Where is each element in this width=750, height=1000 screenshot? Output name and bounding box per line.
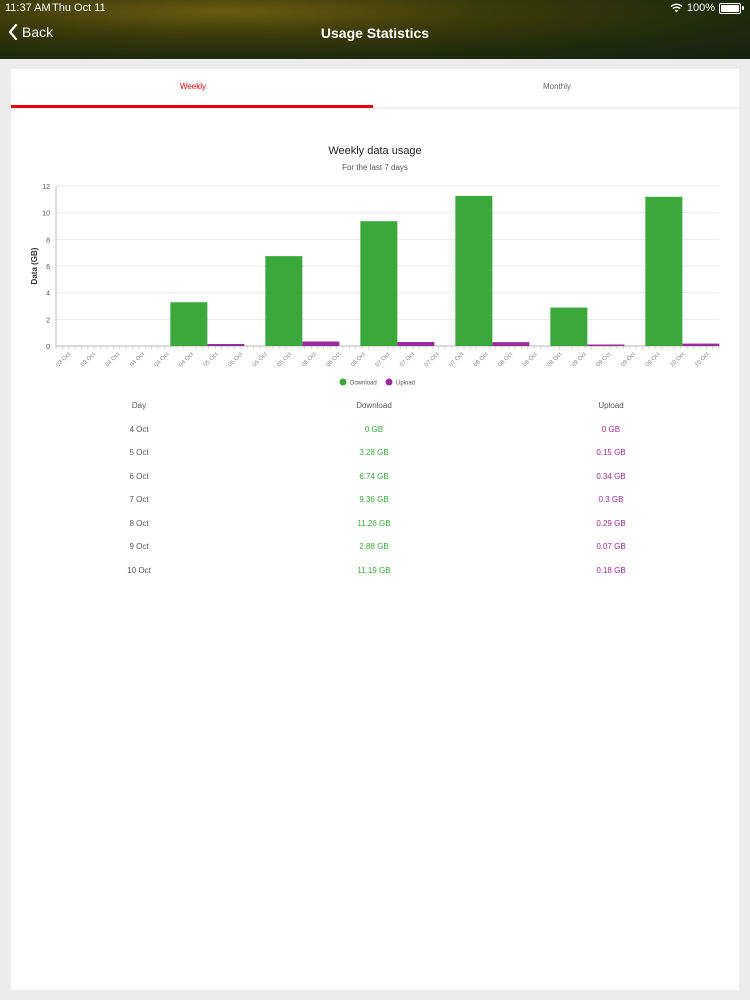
upload-bar (682, 343, 720, 346)
table-row: 9 Oct 2.88 GB 0.07 GB (11, 542, 739, 566)
x-tick-label: 07 Oct (424, 351, 441, 368)
row-upload: 0.3 GB (598, 495, 624, 504)
status-bar: 11:37 AM Thu Oct 11 100% (0, 0, 750, 16)
battery-icon (719, 2, 741, 14)
battery-tip (742, 6, 744, 10)
upload-bar (302, 341, 340, 346)
x-tick-label: 06 Oct (301, 351, 318, 368)
legend-download-swatch (339, 378, 347, 386)
wifi-icon (670, 3, 683, 13)
table-row: 5 Oct 3.28 GB 0.15 GB (11, 448, 739, 472)
x-tick-label: 04 Oct (178, 351, 195, 368)
x-tick-label: 05 Oct (203, 351, 220, 368)
battery-percent: 100% (686, 2, 715, 14)
row-download: 3.28 GB (359, 448, 389, 457)
y-tick-label: 8 (46, 237, 50, 244)
x-tick-label: 04 Oct (105, 351, 122, 368)
row-day: 4 Oct (129, 424, 149, 434)
row-upload: 0.34 GB (596, 471, 626, 481)
x-tick-label: 09 Oct (571, 351, 588, 368)
status-time: 11:37 AM (5, 2, 51, 14)
table-row: 8 Oct 11.26 GB 0.29 GB (11, 519, 739, 543)
upload-bar (207, 344, 245, 346)
x-tick-label: 03 Oct (80, 351, 97, 368)
x-tick-label: 03 Oct (55, 351, 72, 368)
legend-download-label: Download (350, 381, 377, 387)
y-tick-label: 2 (46, 317, 50, 324)
x-tick-label: 08 Oct (497, 351, 514, 368)
x-tick-label: 08 Oct (547, 351, 564, 368)
usage-table: Day Download Upload 4 Oct 0 GB 0 GB 5 Oc… (11, 401, 739, 589)
y-tick-label: 6 (46, 264, 50, 271)
row-day: 5 Oct (129, 448, 149, 457)
row-download: 11.19 GB (357, 565, 391, 575)
x-tick-label: 05 Oct (227, 351, 244, 368)
row-download: 2.88 GB (359, 542, 389, 551)
x-tick-label: 05 Oct (276, 351, 293, 368)
header-day: Day (131, 401, 147, 410)
y-axis-label: Data (GB) (30, 247, 39, 284)
legend-upload-swatch (385, 378, 393, 386)
x-tick-label: 08 Oct (473, 351, 490, 368)
row-day: 10 Oct (127, 565, 151, 575)
y-tick-label: 10 (42, 211, 50, 218)
header-upload: Upload (598, 401, 624, 410)
row-upload: 0.07 GB (596, 542, 626, 551)
row-download: 6.74 GB (359, 471, 389, 481)
x-tick-label: 05 Oct (252, 351, 269, 368)
status-right: 100% (670, 2, 744, 14)
table-row: 10 Oct 11.19 GB 0.18 GB (11, 566, 739, 590)
row-upload: 0.18 GB (596, 565, 626, 575)
x-tick-label: 08 Oct (522, 351, 539, 368)
row-day: 7 Oct (129, 495, 149, 504)
upload-bar (492, 342, 530, 346)
table-row: 6 Oct 6.74 GB 0.34 GB (11, 472, 739, 496)
nav-header: 11:37 AM Thu Oct 11 100% Back Usage Stat… (0, 0, 750, 59)
x-tick-label: 10 Oct (669, 351, 686, 368)
row-day: 8 Oct (129, 518, 149, 528)
table-row: 4 Oct 0 GB 0 GB (11, 425, 739, 449)
legend-upload-label: Upload (396, 381, 415, 387)
page-title: Usage Statistics (320, 25, 430, 41)
download-bar (265, 256, 303, 346)
x-tick-label: 06 Oct (326, 351, 343, 368)
y-tick-label: 0 (46, 344, 50, 351)
row-download: 11.26 GB (357, 518, 391, 528)
upload-bar (587, 344, 625, 346)
x-tick-label: 04 Oct (154, 351, 171, 368)
status-date: Thu Oct 11 (52, 2, 106, 14)
row-upload: 0.29 GB (596, 518, 626, 528)
download-bar (550, 307, 588, 346)
row-download: 0 GB (364, 424, 384, 434)
table-row: 7 Oct 9.36 GB 0.3 GB (11, 495, 739, 519)
x-tick-label: 10 Oct (694, 351, 711, 368)
usage-card: Weekly Monthly Weekly data usage For the… (11, 69, 739, 990)
download-bar (645, 196, 683, 346)
y-tick-label: 4 (46, 291, 50, 298)
x-tick-label: 07 Oct (399, 351, 416, 368)
download-bar (455, 195, 493, 346)
upload-bar (397, 342, 435, 346)
table-header-row: Day Download Upload (11, 401, 739, 425)
download-bar (170, 302, 208, 346)
x-tick-label: 09 Oct (596, 351, 613, 368)
x-tick-label: 04 Oct (129, 351, 146, 368)
download-bar (360, 221, 398, 346)
x-tick-label: 09 Oct (645, 351, 662, 368)
row-upload: 0 GB (601, 424, 621, 434)
x-tick-label: 07 Oct (375, 351, 392, 368)
row-day: 9 Oct (129, 542, 149, 551)
row-download: 9.36 GB (359, 495, 389, 504)
row-upload: 0.15 GB (596, 448, 626, 457)
x-tick-label: 07 Oct (448, 351, 465, 368)
x-tick-label: 06 Oct (350, 351, 367, 368)
row-day: 6 Oct (129, 471, 149, 481)
x-tick-label: 09 Oct (620, 351, 637, 368)
y-tick-label: 12 (42, 184, 50, 191)
header-download: Download (356, 401, 392, 410)
usage-bar-chart: Data (GB) 0 2 4 6 8 10 12 03 Oct 03 Oct 04 Oct 04 O… (30, 184, 720, 387)
